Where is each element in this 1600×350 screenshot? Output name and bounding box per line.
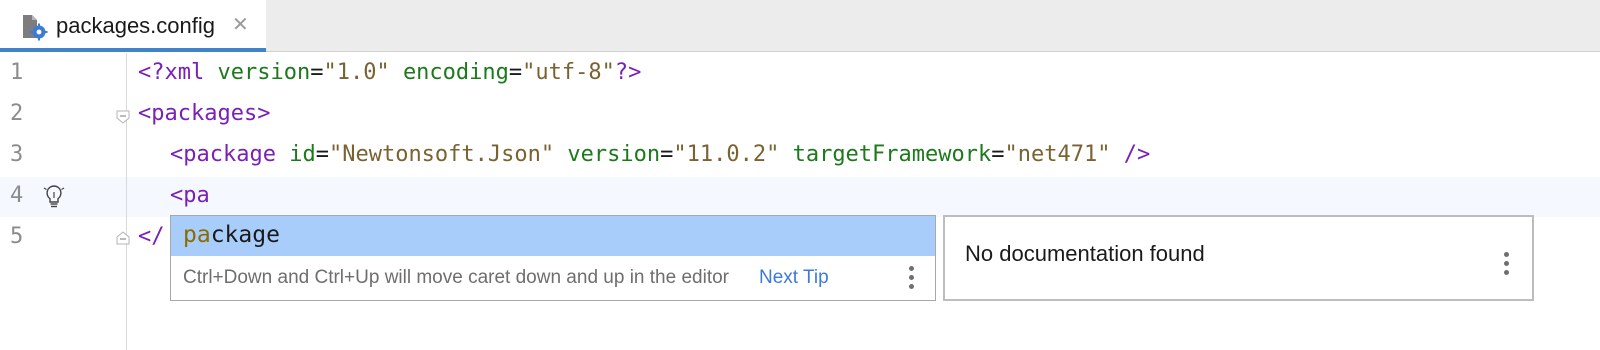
close-icon[interactable]: ✕ (232, 14, 249, 34)
closing-tag-partial: </ (138, 224, 165, 249)
equals-sign: = (315, 142, 329, 167)
packages-open-tag: <packages> (138, 101, 271, 126)
documentation-options-icon[interactable] (1502, 252, 1510, 280)
completion-match-highlight: pa (183, 222, 211, 248)
typed-partial-tag: <pa (170, 183, 210, 208)
line-number: 4 (10, 183, 24, 208)
xml-declaration-close: ?> (614, 60, 642, 85)
code-line-1: <?xml version="1.0" encoding="utf-8"?> (138, 60, 641, 85)
completion-item-label: package (183, 222, 280, 248)
attribute-value: "utf-8" (522, 60, 615, 85)
lightbulb-icon[interactable] (42, 183, 66, 211)
code-line-4: <pa (170, 183, 210, 208)
tab-packages-config[interactable]: packages.config ✕ (0, 0, 266, 52)
attribute-value: "11.0.2" (673, 142, 780, 167)
fold-end-marker-icon[interactable] (116, 231, 130, 245)
gutter-separator (126, 53, 127, 350)
tab-file-name: packages.config (56, 13, 215, 38)
attribute-value: "Newtonsoft.Json" (328, 142, 555, 167)
fold-marker-icon[interactable] (116, 110, 130, 124)
attribute-name: targetFramework (792, 142, 992, 167)
line-number: 1 (10, 60, 24, 85)
config-file-gear-icon (23, 15, 48, 41)
equals-sign: = (660, 142, 674, 167)
line-number: 5 (10, 224, 24, 249)
attribute-name: version (567, 142, 661, 167)
code-editor[interactable]: 1 2 3 4 5 <?xml version="1.0" encoding="… (0, 53, 1600, 350)
completion-item-package[interactable]: package (171, 216, 935, 256)
completion-item-remainder: ckage (210, 222, 280, 248)
attribute-value: "net471" (1004, 142, 1111, 167)
completion-options-icon[interactable] (907, 266, 915, 294)
attribute-name: id (289, 142, 316, 167)
attribute-value: "1.0" (323, 60, 390, 85)
package-open-tag: <package (170, 142, 276, 167)
self-closing-tag-end: /> (1123, 142, 1151, 167)
documentation-text: No documentation found (965, 241, 1205, 266)
line-number: 2 (10, 101, 24, 126)
xml-declaration-open: <?xml (138, 60, 205, 85)
code-line-2: <packages> (138, 101, 270, 126)
completion-popup: package Ctrl+Down and Ctrl+Up will move … (170, 215, 936, 301)
equals-sign: = (508, 60, 523, 85)
equals-sign: = (310, 60, 324, 85)
line-number: 3 (10, 142, 24, 167)
editor-tab-bar: packages.config ✕ (0, 0, 1600, 52)
caret-row-highlight (0, 177, 1600, 217)
attribute-name: version (217, 60, 311, 85)
attribute-name: encoding (402, 60, 509, 85)
code-line-5: </ (138, 224, 165, 249)
completion-tip-text: Ctrl+Down and Ctrl+Up will move caret do… (183, 267, 729, 288)
equals-sign: = (991, 142, 1005, 167)
code-line-3: <package id="Newtonsoft.Json" version="1… (170, 142, 1150, 167)
documentation-popup: No documentation found (943, 215, 1534, 301)
next-tip-link[interactable]: Next Tip (759, 267, 829, 289)
